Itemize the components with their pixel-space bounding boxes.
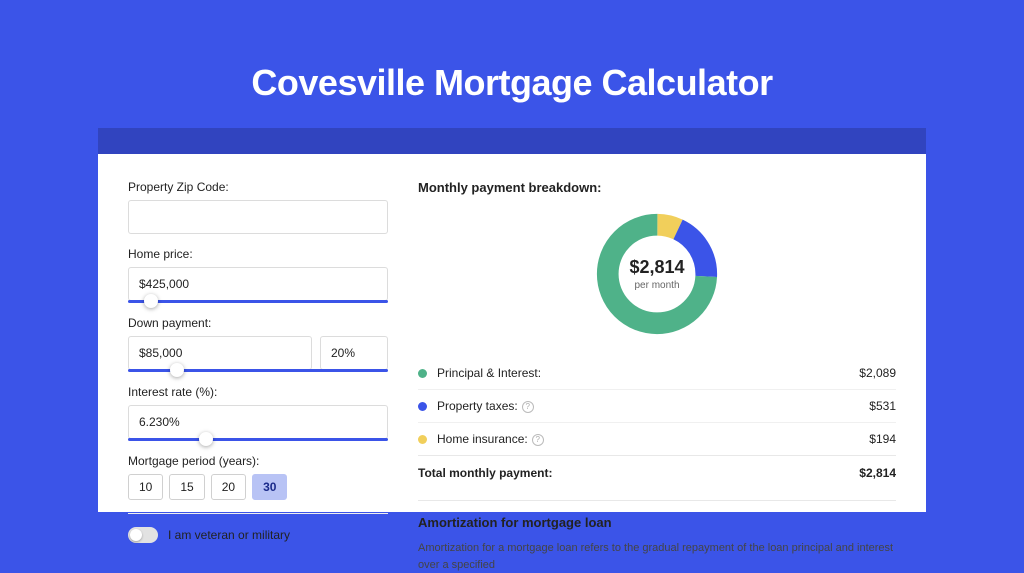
legend-label: Principal & Interest: — [437, 366, 859, 380]
period-option-10[interactable]: 10 — [128, 474, 163, 500]
info-icon[interactable]: ? — [532, 434, 544, 446]
amortization-section: Amortization for mortgage loan Amortizat… — [418, 500, 896, 573]
veteran-toggle[interactable] — [128, 527, 158, 543]
rate-slider-thumb[interactable] — [199, 432, 213, 446]
period-label: Mortgage period (years): — [128, 454, 388, 468]
form-panel: Property Zip Code: Home price: Down paym… — [128, 180, 388, 512]
price-slider[interactable] — [128, 300, 388, 303]
price-input[interactable] — [128, 267, 388, 301]
amortization-text: Amortization for a mortgage loan refers … — [418, 540, 896, 573]
legend-value: $531 — [869, 399, 896, 413]
zip-group: Property Zip Code: — [128, 180, 388, 234]
down-amount-input[interactable] — [128, 336, 312, 370]
rate-group: Interest rate (%): — [128, 385, 388, 441]
price-group: Home price: — [128, 247, 388, 303]
legend-label: Property taxes:? — [437, 399, 869, 413]
period-option-30[interactable]: 30 — [252, 474, 287, 500]
zip-input[interactable] — [128, 200, 388, 234]
period-options: 1015 2030 — [128, 474, 388, 500]
price-label: Home price: — [128, 247, 388, 261]
period-option-15[interactable]: 15 — [169, 474, 204, 500]
legend-label: Home insurance:? — [437, 432, 869, 446]
legend-value: $194 — [869, 432, 896, 446]
calculator-card: Property Zip Code: Home price: Down paym… — [98, 154, 926, 512]
price-slider-thumb[interactable] — [144, 294, 158, 308]
donut-sublabel: per month — [629, 280, 684, 291]
total-value: $2,814 — [859, 466, 896, 480]
amortization-title: Amortization for mortgage loan — [418, 515, 896, 530]
info-icon[interactable]: ? — [522, 401, 534, 413]
down-percent-input[interactable] — [320, 336, 388, 370]
zip-label: Property Zip Code: — [128, 180, 388, 194]
legend-row: Principal & Interest:$2,089 — [418, 357, 896, 390]
legend-dot — [418, 369, 427, 378]
total-label: Total monthly payment: — [418, 466, 859, 480]
breakdown-title: Monthly payment breakdown: — [418, 180, 896, 195]
period-option-20[interactable]: 20 — [211, 474, 246, 500]
legend-row: Home insurance:?$194 — [418, 423, 896, 455]
veteran-row: I am veteran or military — [128, 513, 388, 543]
down-slider-thumb[interactable] — [170, 363, 184, 377]
down-label: Down payment: — [128, 316, 388, 330]
rate-input[interactable] — [128, 405, 388, 439]
rate-label: Interest rate (%): — [128, 385, 388, 399]
legend-value: $2,089 — [859, 366, 896, 380]
veteran-label: I am veteran or military — [168, 528, 290, 542]
legend-row: Property taxes:?$531 — [418, 390, 896, 423]
down-slider[interactable] — [128, 369, 388, 372]
donut-amount: $2,814 — [629, 257, 684, 278]
breakdown-legend: Principal & Interest:$2,089Property taxe… — [418, 357, 896, 455]
breakdown-panel: Monthly payment breakdown: $2,814 per mo… — [418, 180, 896, 512]
total-row: Total monthly payment: $2,814 — [418, 455, 896, 490]
donut-chart: $2,814 per month — [418, 209, 896, 339]
down-group: Down payment: — [128, 316, 388, 372]
rate-slider[interactable] — [128, 438, 388, 441]
period-group: Mortgage period (years): 1015 2030 — [128, 454, 388, 500]
toggle-knob — [130, 529, 142, 541]
legend-dot — [418, 402, 427, 411]
legend-dot — [418, 435, 427, 444]
page-title: Covesville Mortgage Calculator — [0, 0, 1024, 122]
